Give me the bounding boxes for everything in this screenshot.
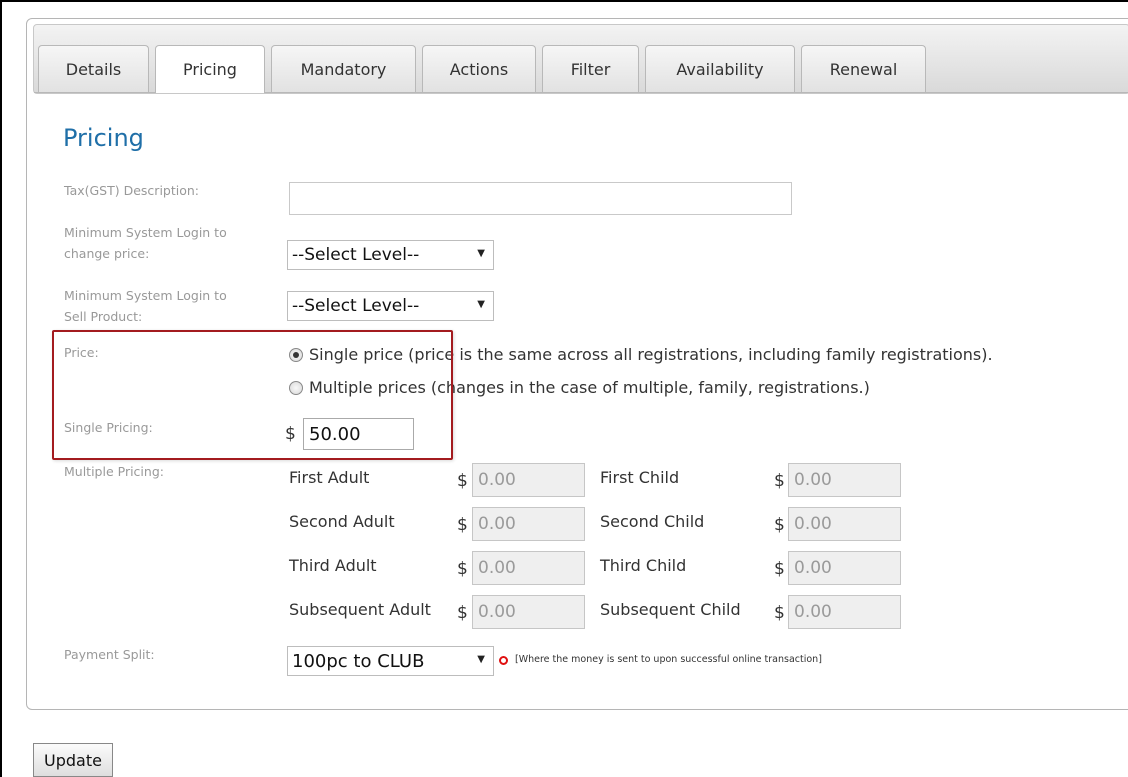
tab-label: Actions: [449, 60, 509, 79]
third-adult-label: Third Adult: [289, 556, 377, 575]
label-line: Minimum System Login to: [64, 225, 227, 240]
second-child-label: Second Child: [600, 512, 705, 531]
min-login-sell-product-label: Minimum System Login to Sell Product:: [64, 285, 227, 327]
second-adult-label: Second Adult: [289, 512, 395, 531]
single-price-option-label: Single price (price is the same across a…: [309, 345, 993, 364]
currency-symbol: $: [457, 471, 468, 491]
currency-symbol: $: [457, 559, 468, 579]
subsequent-adult-label: Subsequent Adult: [289, 600, 431, 619]
tab-availability[interactable]: Availability: [645, 45, 795, 92]
currency-symbol: $: [774, 559, 785, 579]
first-child-label: First Child: [600, 468, 680, 487]
single-price-radio[interactable]: [289, 347, 303, 362]
first-adult-label: First Adult: [289, 468, 370, 487]
single-price-option[interactable]: Single price (price is the same across a…: [289, 345, 993, 364]
second-adult-price-input[interactable]: 0.00: [472, 507, 585, 541]
tab-label: Renewal: [829, 60, 898, 79]
select-value: 100pc to CLUB: [292, 650, 425, 672]
tab-filter[interactable]: Filter: [542, 45, 639, 92]
tab-mandatory[interactable]: Mandatory: [271, 45, 416, 92]
tab-renewal[interactable]: Renewal: [801, 45, 926, 92]
tab-label: Availability: [676, 60, 764, 79]
first-adult-price-input[interactable]: 0.00: [472, 463, 585, 497]
payment-split-label: Payment Split:: [64, 647, 155, 662]
chevron-down-icon: ▼: [477, 654, 485, 665]
min-login-sell-product-select[interactable]: --Select Level-- ▼: [287, 291, 494, 321]
label-line: Sell Product:: [64, 309, 143, 324]
label-line: change price:: [64, 246, 150, 261]
subsequent-child-price-input[interactable]: 0.00: [788, 595, 901, 629]
select-value: --Select Level--: [292, 296, 420, 316]
payment-split-note: [Where the money is sent to upon success…: [515, 654, 822, 665]
min-login-change-price-label: Minimum System Login to change price:: [64, 222, 227, 264]
currency-symbol: $: [457, 603, 468, 623]
subsequent-child-label: Subsequent Child: [600, 600, 741, 619]
currency-symbol: $: [774, 603, 785, 623]
second-child-price-input[interactable]: 0.00: [788, 507, 901, 541]
min-login-change-price-select[interactable]: --Select Level-- ▼: [287, 240, 494, 270]
select-value: --Select Level--: [292, 245, 420, 265]
multiple-price-option-label: Multiple prices (changes in the case of …: [309, 378, 870, 397]
tab-label: Pricing: [183, 60, 237, 79]
multiple-price-radio[interactable]: [289, 380, 303, 395]
payment-split-select[interactable]: 100pc to CLUB ▼: [287, 646, 494, 676]
single-pricing-input[interactable]: 50.00: [303, 418, 414, 450]
currency-symbol: $: [457, 515, 468, 535]
tab-label: Mandatory: [300, 60, 387, 79]
subsequent-adult-price-input[interactable]: 0.00: [472, 595, 585, 629]
currency-symbol: $: [774, 471, 785, 491]
tab-pricing[interactable]: Pricing: [155, 45, 265, 93]
third-adult-price-input[interactable]: 0.00: [472, 551, 585, 585]
chevron-down-icon: ▼: [477, 248, 485, 259]
third-child-label: Third Child: [600, 556, 687, 575]
chevron-down-icon: ▼: [477, 299, 485, 310]
required-marker-icon: [499, 656, 508, 665]
update-button[interactable]: Update: [33, 743, 113, 777]
first-child-price-input[interactable]: 0.00: [788, 463, 901, 497]
label-line: Minimum System Login to: [64, 288, 227, 303]
price-label: Price:: [64, 345, 99, 360]
multiple-price-option[interactable]: Multiple prices (changes in the case of …: [289, 378, 870, 397]
tab-label: Details: [65, 60, 122, 79]
section-title: Pricing: [63, 124, 144, 152]
tab-details[interactable]: Details: [38, 45, 149, 92]
tab-label: Filter: [570, 60, 611, 79]
tax-description-input[interactable]: [289, 182, 792, 215]
third-child-price-input[interactable]: 0.00: [788, 551, 901, 585]
tax-description-label: Tax(GST) Description:: [64, 183, 200, 198]
currency-symbol: $: [285, 424, 296, 444]
currency-symbol: $: [774, 515, 785, 535]
tab-actions[interactable]: Actions: [422, 45, 536, 92]
multiple-pricing-label: Multiple Pricing:: [64, 464, 164, 479]
single-pricing-label: Single Pricing:: [64, 420, 153, 435]
